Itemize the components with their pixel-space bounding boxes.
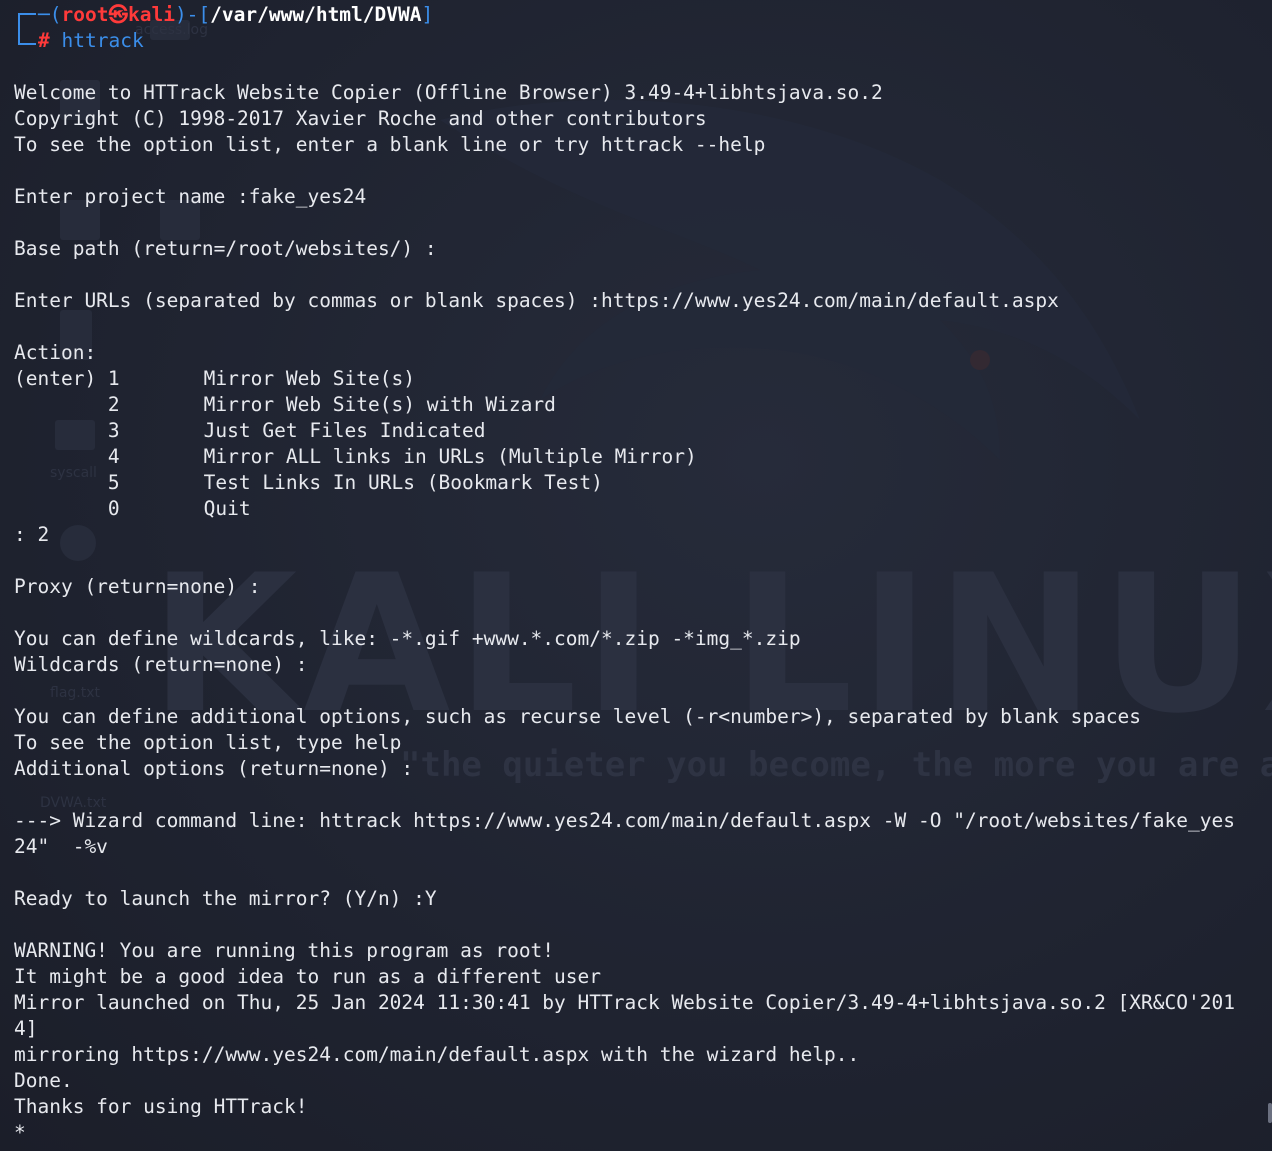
ready-line: Ready to launch the mirror? (Y/n) :Y (14, 887, 437, 910)
terminal-output[interactable]: ─(root㉿kali)-[/var/www/html/DVWA] # httr… (14, 2, 1264, 1146)
different-user-line: It might be a good idea to run as a diff… (14, 965, 601, 988)
base-path-line: Base path (return=/root/websites/) : (14, 237, 437, 260)
action-prefix: 3 (14, 419, 120, 442)
action-item: 5 Test Links In URLs (Bookmark Test) (14, 470, 1264, 496)
action-prefix: 0 (14, 497, 120, 520)
prompt-command: httrack (61, 29, 144, 52)
enter-urls-line: Enter URLs (separated by commas or blank… (14, 289, 1059, 312)
prompt-user: root (61, 3, 109, 26)
action-item: 0 Quit (14, 496, 1264, 522)
welcome-line: Welcome to HTTrack Website Copier (Offli… (14, 81, 883, 104)
wizard-command-line: ---> Wizard command line: httrack https:… (14, 809, 1235, 832)
prompt-header: ─(root㉿kali)-[/var/www/html/DVWA] (38, 3, 434, 26)
action-prefix: 5 (14, 471, 120, 494)
prompt-command-line: # httrack (14, 28, 1264, 54)
additional-options-line: Additional options (return=none) : (14, 757, 414, 780)
mirror-launched-line-cont: 4] (14, 1017, 38, 1040)
mirror-launched-line: Mirror launched on Thu, 25 Jan 2024 11:3… (14, 991, 1235, 1014)
scrollbar-thumb[interactable] (1268, 1103, 1272, 1123)
action-item: (enter) 1 Mirror Web Site(s) (14, 366, 1264, 392)
action-label: Test Links In URLs (Bookmark Test) (203, 471, 603, 494)
wildcards-line: Wildcards (return=none) : (14, 653, 308, 676)
action-label: Quit (203, 497, 251, 520)
action-header: Action: (14, 341, 97, 364)
option-hint-line: To see the option list, enter a blank li… (14, 133, 766, 156)
terminal-window[interactable]: KALI LINUX "the quieter you become, the … (0, 0, 1272, 1151)
mirroring-line: mirroring https://www.yes24.com/main/def… (14, 1043, 860, 1066)
prompt-path: /var/www/html/DVWA (210, 3, 422, 26)
proxy-line: Proxy (return=none) : (14, 575, 261, 598)
thanks-line: Thanks for using HTTrack! (14, 1095, 308, 1118)
action-item: 4 Mirror ALL links in URLs (Multiple Mirr… (14, 444, 1264, 470)
prompt-at-symbol: ㉿ (108, 3, 128, 26)
copyright-line: Copyright (C) 1998-2017 Xavier Roche and… (14, 107, 707, 130)
wizard-command-line-cont: 24" -%v (14, 835, 108, 858)
action-prefix: (enter) 1 (14, 367, 120, 390)
cursor-line: * (14, 1121, 26, 1144)
action-item: 3 Just Get Files Indicated (14, 418, 1264, 444)
action-prefix: 2 (14, 393, 120, 416)
action-label: Just Get Files Indicated (203, 419, 486, 442)
action-item: 2 Mirror Web Site(s) with Wizard (14, 392, 1264, 418)
wildcards-hint-line: You can define wildcards, like: -*.gif +… (14, 627, 801, 650)
done-line: Done. (14, 1069, 73, 1092)
additional-hint-line: You can define additional options, such … (14, 705, 1142, 728)
additional-help-line: To see the option list, type help (14, 731, 402, 754)
action-label: Mirror Web Site(s) with Wizard (203, 393, 556, 416)
project-name-line: Enter project name :fake_yes24 (14, 185, 367, 208)
prompt-hash: # (38, 29, 50, 52)
prompt-host: kali (127, 3, 175, 26)
action-label: Mirror Web Site(s) (203, 367, 415, 390)
warning-line: WARNING! You are running this program as… (14, 939, 555, 962)
action-label: Mirror ALL links in URLs (Multiple Mirro… (203, 445, 697, 468)
action-prefix: 4 (14, 445, 120, 468)
action-choice-line: : 2 (14, 523, 50, 546)
